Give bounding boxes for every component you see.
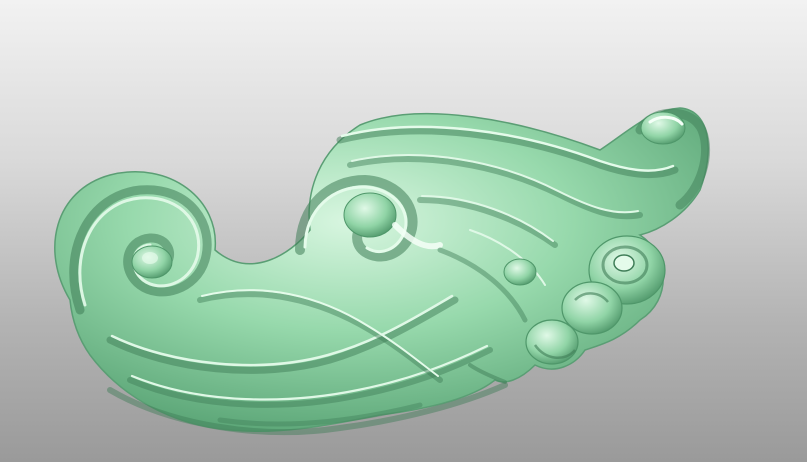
carved-scroll-model[interactable] <box>0 0 807 462</box>
3d-viewport[interactable] <box>0 0 807 462</box>
